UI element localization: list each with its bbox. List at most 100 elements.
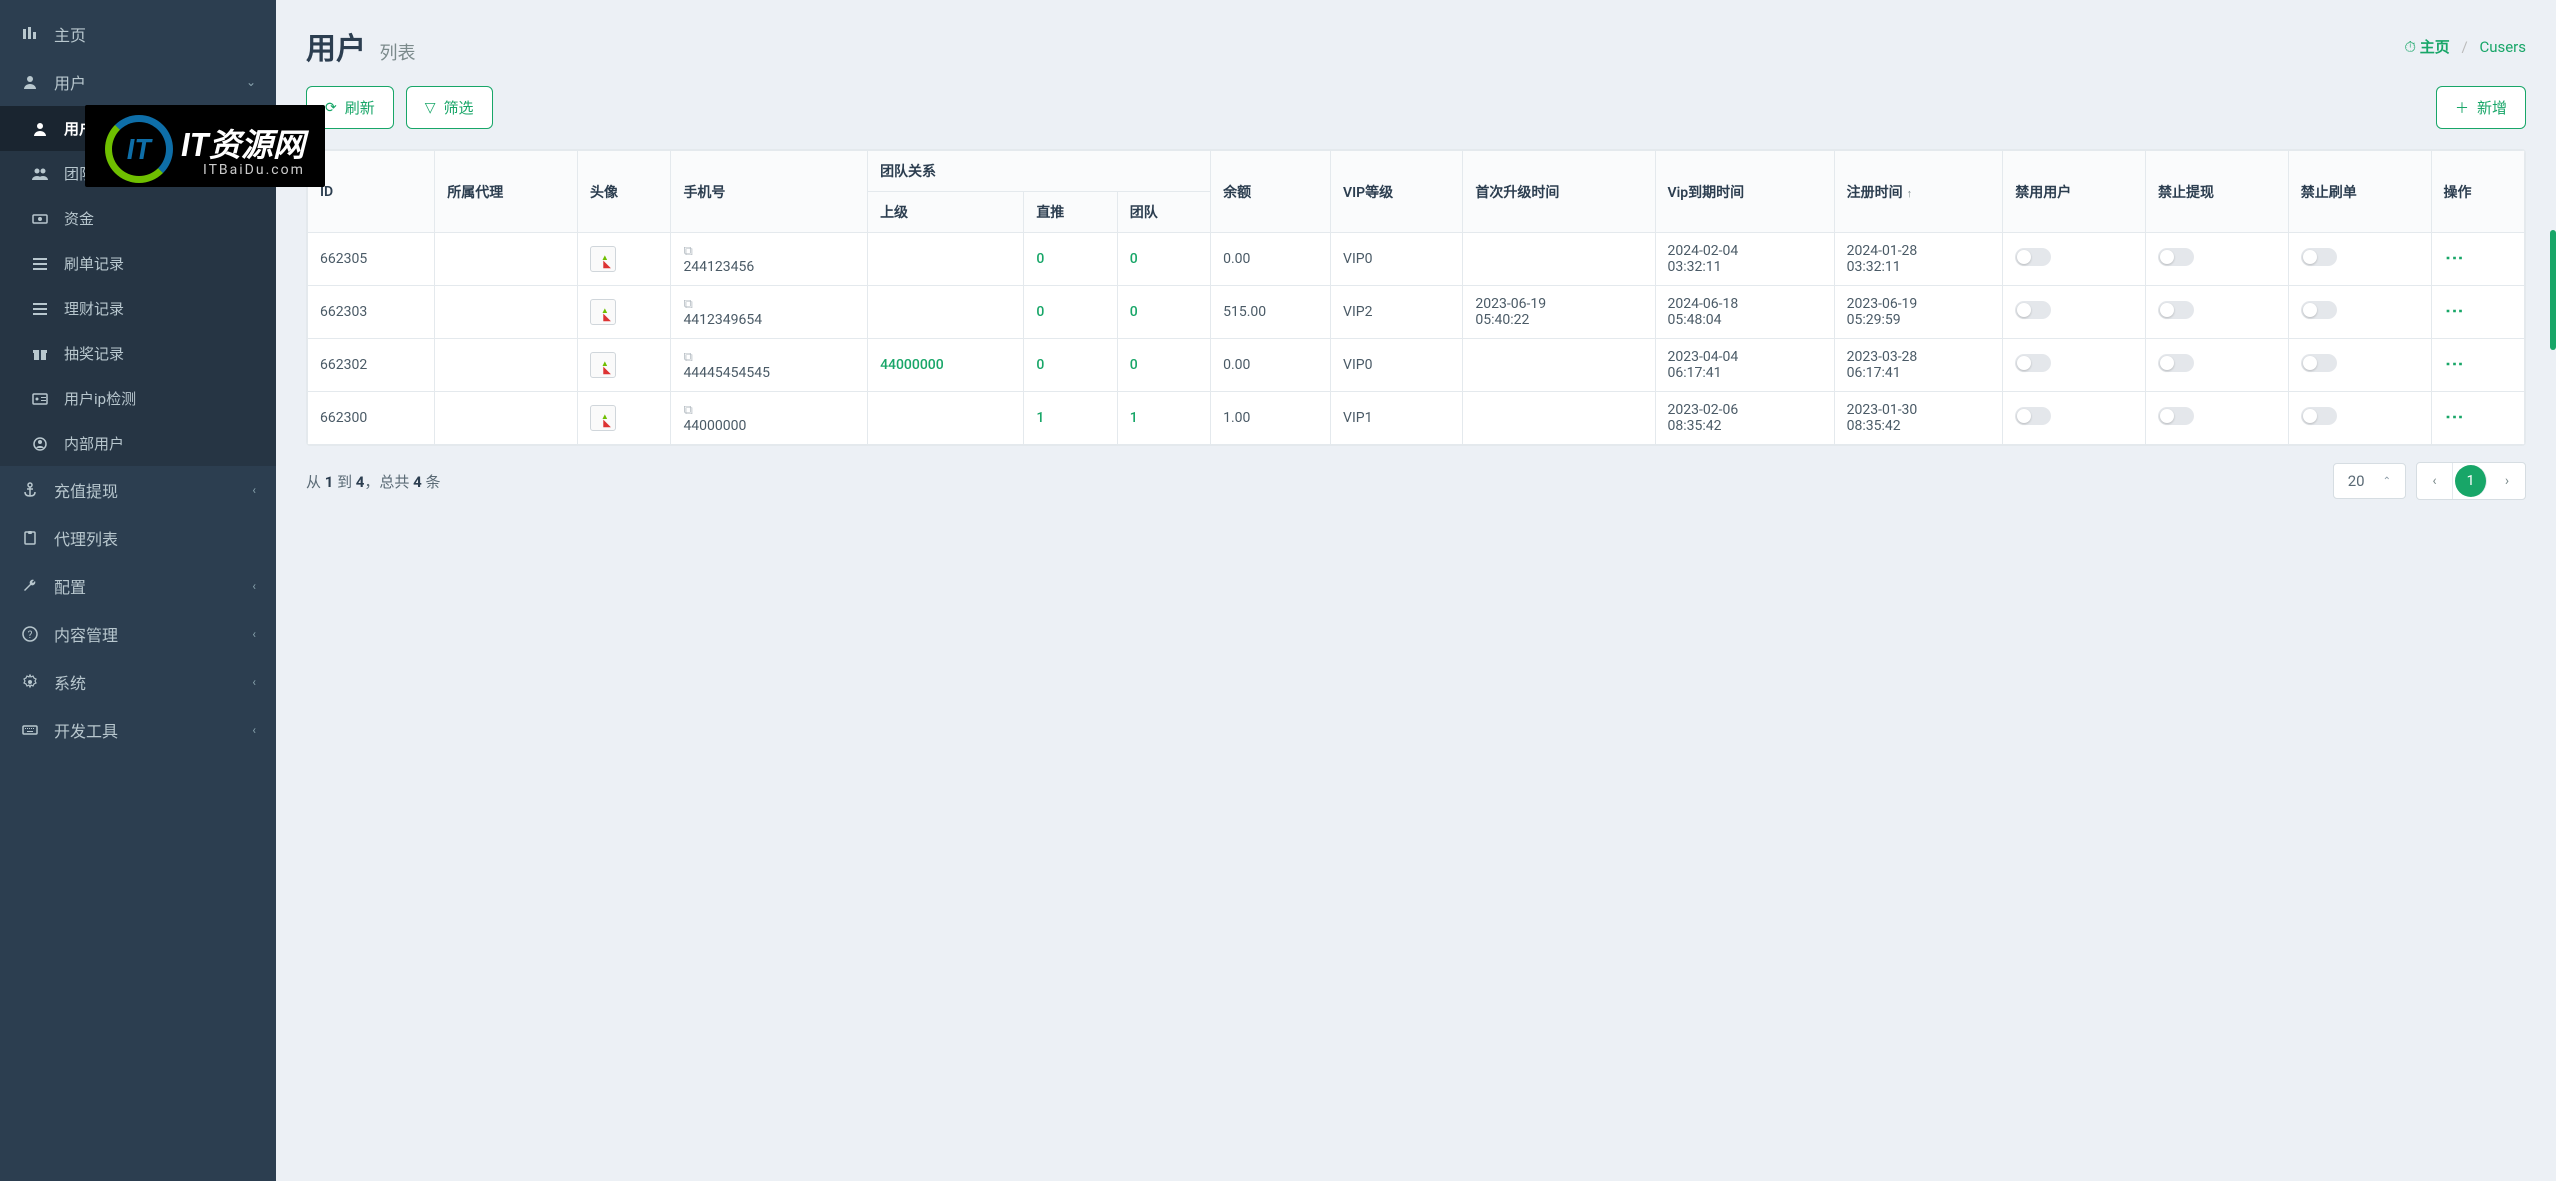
bars-icon (20, 24, 40, 44)
col-first-upgrade[interactable]: 首次升级时间 (1463, 151, 1655, 233)
copy-icon[interactable]: ⧉ (683, 403, 692, 418)
copy-icon[interactable]: ⧉ (683, 350, 692, 365)
toggle-ban-order[interactable] (2301, 407, 2337, 425)
sidebar-item-7[interactable]: 开发工具‹ (0, 706, 276, 754)
cell-vip: VIP1 (1331, 392, 1463, 445)
toggle-ban-order[interactable] (2301, 354, 2337, 372)
toggle-ban-order[interactable] (2301, 248, 2337, 266)
sidebar-subitem-1-2[interactable]: 资金 (0, 196, 276, 241)
col-ban-withdraw[interactable]: 禁止提现 (2146, 151, 2289, 233)
sidebar-subitem-1-6[interactable]: 用户ip检测 (0, 376, 276, 421)
toggle-ban-user[interactable] (2015, 354, 2051, 372)
sidebar-subitem-1-3[interactable]: 刷单记录 (0, 241, 276, 286)
filter-button[interactable]: ▽ 筛选 (406, 86, 493, 129)
cell-team: 0 (1117, 233, 1210, 286)
sidebar-subitem-1-4[interactable]: 理财记录 (0, 286, 276, 331)
sidebar-item-label: 代理列表 (54, 526, 256, 550)
plus-icon: ＋ (2455, 98, 2469, 118)
toggle-ban-user[interactable] (2015, 301, 2051, 319)
col-phone[interactable]: 手机号 (671, 151, 868, 233)
cell-agent (435, 233, 578, 286)
toggle-ban-user[interactable] (2015, 407, 2051, 425)
users-icon (30, 164, 50, 184)
sidebar-item-label: 用户 (54, 70, 246, 94)
more-actions-button[interactable]: ⋮ (2444, 355, 2465, 371)
sidebar-item-label: 内容管理 (54, 622, 252, 646)
sidebar-item-4[interactable]: 配置‹ (0, 562, 276, 610)
col-balance[interactable]: 余额 (1211, 151, 1331, 233)
sidebar-item-3[interactable]: 代理列表 (0, 514, 276, 562)
cell-parent (868, 392, 1024, 445)
cell-first-upgrade (1463, 233, 1655, 286)
page-prev-button[interactable]: ‹ (2417, 463, 2453, 499)
sort-asc-icon: ↑ (1907, 187, 1913, 200)
sidebar-item-0[interactable]: 主页 (0, 10, 276, 58)
col-reg-time[interactable]: 注册时间↑ (1834, 151, 2003, 233)
sidebar-subitem-1-5[interactable]: 抽奖记录 (0, 331, 276, 376)
cell-balance: 515.00 (1211, 286, 1331, 339)
cell-balance: 0.00 (1211, 339, 1331, 392)
cell-agent (435, 286, 578, 339)
keyboard-icon (20, 720, 40, 740)
more-actions-button[interactable]: ⋮ (2444, 408, 2465, 424)
sidebar-item-2[interactable]: 充值提现‹ (0, 466, 276, 514)
list-icon (30, 254, 50, 274)
copy-icon[interactable]: ⧉ (683, 297, 692, 312)
toggle-ban-order[interactable] (2301, 301, 2337, 319)
cell-phone: ⧉4412349654 (671, 286, 868, 339)
breadcrumb-home[interactable]: 主页 (2420, 38, 2450, 56)
toggle-ban-withdraw[interactable] (2158, 407, 2194, 425)
toggle-ban-withdraw[interactable] (2158, 354, 2194, 372)
anchor-icon (20, 480, 40, 500)
sidebar-item-label: 主页 (54, 22, 256, 46)
col-ban-order[interactable]: 禁止刷单 (2288, 151, 2431, 233)
add-button[interactable]: ＋ 新增 (2436, 86, 2526, 129)
page-size-select[interactable]: 20 ⌃ (2333, 463, 2406, 499)
col-vip-expire[interactable]: Vip到期时间 (1655, 151, 1834, 233)
avatar-placeholder-icon (590, 352, 616, 378)
breadcrumb-current[interactable]: Cusers (2479, 38, 2526, 56)
toggle-ban-user[interactable] (2015, 248, 2051, 266)
chevron-down-icon: ⌄ (246, 75, 256, 89)
col-agent[interactable]: 所属代理 (435, 151, 578, 233)
page-number-button[interactable]: 1 (2455, 465, 2487, 497)
cell-ban-withdraw (2146, 339, 2289, 392)
avatar-placeholder-icon (590, 246, 616, 272)
sidebar-subitem-1-7[interactable]: 内部用户 (0, 421, 276, 466)
toggle-ban-withdraw[interactable] (2158, 301, 2194, 319)
col-id[interactable]: ID (308, 151, 435, 233)
col-avatar[interactable]: 头像 (578, 151, 671, 233)
breadcrumb: ⏱ 主页 / Cusers (2404, 36, 2526, 57)
page-next-button[interactable]: › (2489, 463, 2525, 499)
toggle-ban-withdraw[interactable] (2158, 248, 2194, 266)
cell-vip: VIP0 (1331, 339, 1463, 392)
sidebar-item-5[interactable]: ?内容管理‹ (0, 610, 276, 658)
col-parent[interactable]: 上级 (868, 192, 1024, 233)
cell-ban-user (2003, 286, 2146, 339)
cell-vip-expire: 2024-02-0403:32:11 (1655, 233, 1834, 286)
col-direct[interactable]: 直推 (1024, 192, 1117, 233)
copy-icon[interactable]: ⧉ (683, 244, 692, 259)
more-actions-button[interactable]: ⋮ (2444, 249, 2465, 265)
chevron-left-icon: ‹ (252, 723, 256, 737)
sidebar-item-label: 用户ip检测 (64, 388, 256, 409)
table-row: 662300⧉44000000111.00VIP12023-02-0608:35… (308, 392, 2525, 445)
col-vip[interactable]: VIP等级 (1331, 151, 1463, 233)
sidebar-item-6[interactable]: 系统‹ (0, 658, 276, 706)
sidebar-item-1[interactable]: 用户⌄ (0, 58, 276, 106)
refresh-label: 刷新 (345, 97, 375, 118)
cell-op: ⋮ (2431, 339, 2525, 392)
more-actions-button[interactable]: ⋮ (2444, 302, 2465, 318)
table-row: 662302⧉4444545454544000000000.00VIP02023… (308, 339, 2525, 392)
col-ban-user[interactable]: 禁用用户 (2003, 151, 2146, 233)
parent-link[interactable]: 44000000 (880, 357, 944, 373)
col-team[interactable]: 团队 (1117, 192, 1210, 233)
sidebar-item-label: 刷单记录 (64, 253, 256, 274)
cell-op: ⋮ (2431, 233, 2525, 286)
table-row: 662305⧉244123456000.00VIP02024-02-0403:3… (308, 233, 2525, 286)
cell-id: 662305 (308, 233, 435, 286)
chevron-left-icon: ‹ (252, 675, 256, 689)
cell-ban-withdraw (2146, 392, 2289, 445)
gear-icon (20, 672, 40, 692)
main-content: 用户 列表 ⏱ 主页 / Cusers ⟳ 刷新 ▽ 筛选 (276, 0, 2556, 1181)
